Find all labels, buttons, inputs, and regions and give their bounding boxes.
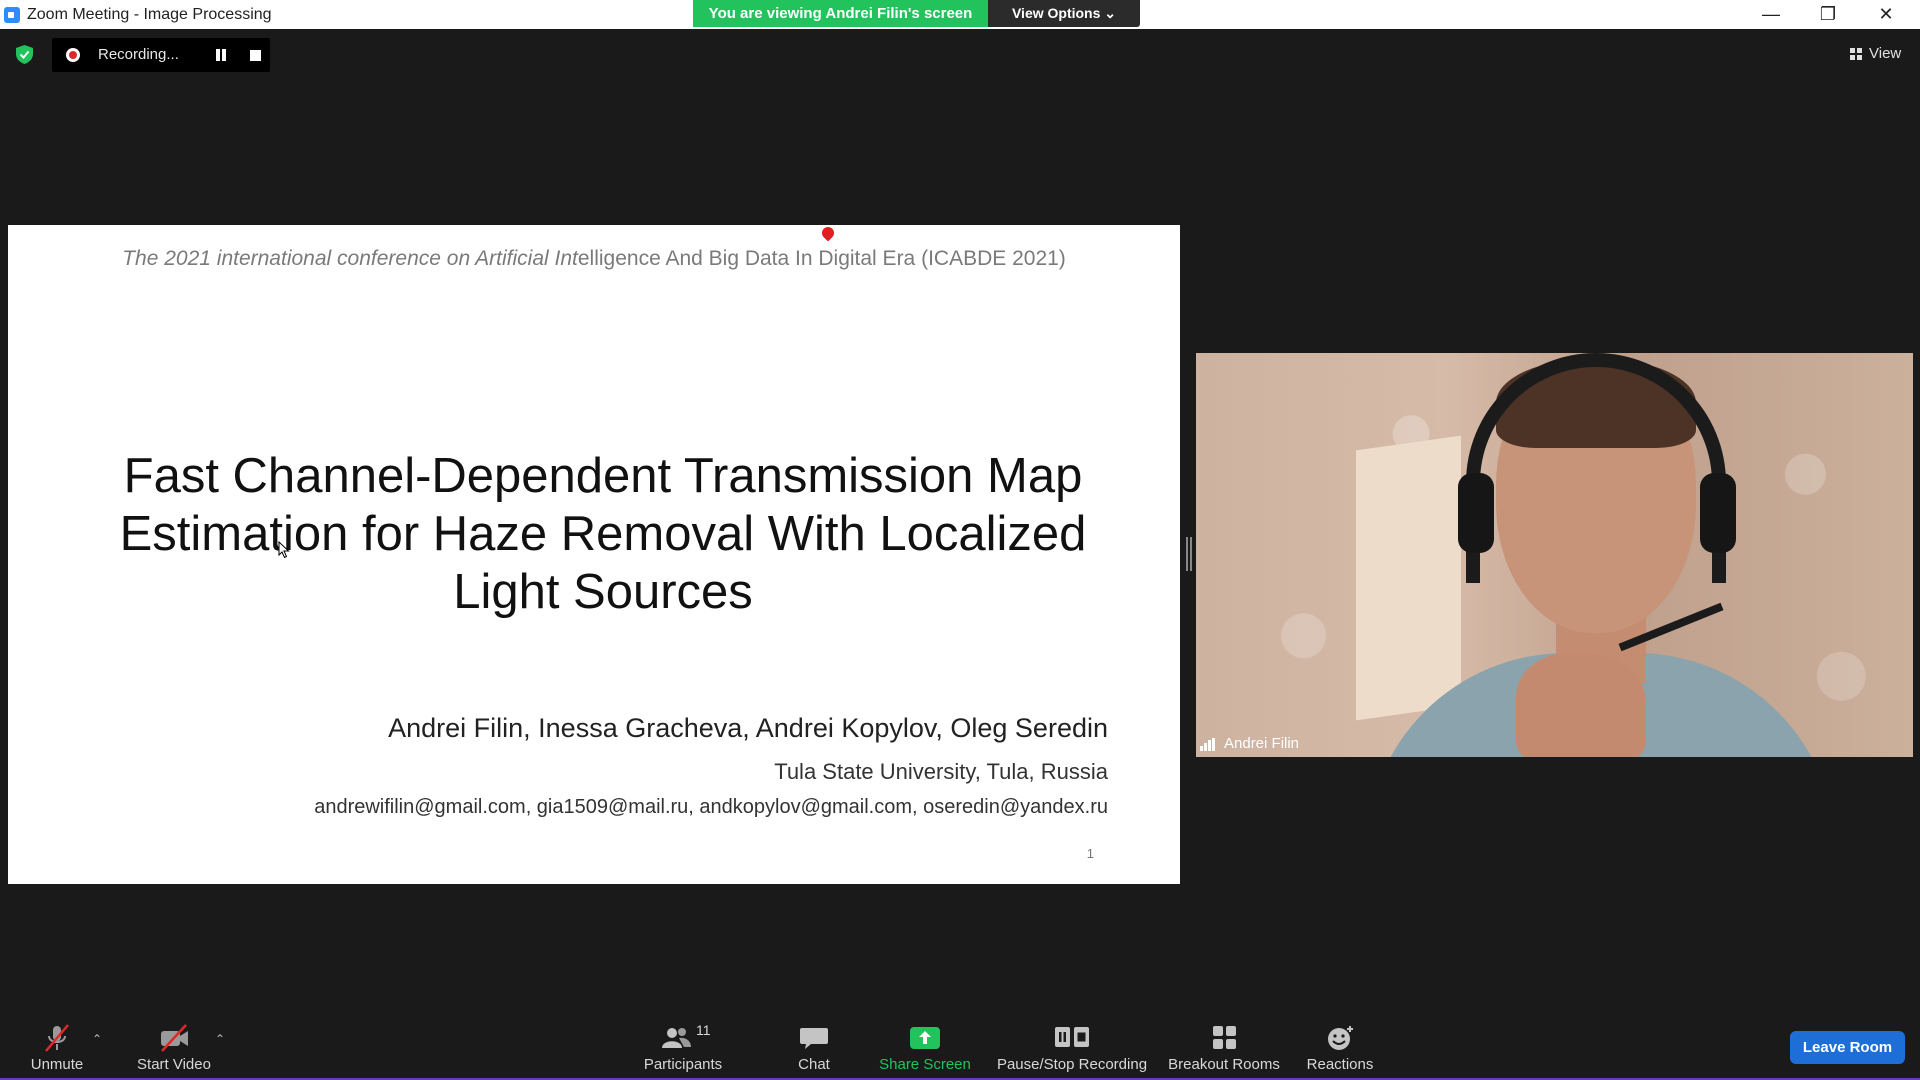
minimize-button[interactable]: — xyxy=(1743,0,1799,29)
panel-splitter-handle[interactable] xyxy=(1186,537,1192,571)
slide-title-line: Light Sources xyxy=(453,565,753,619)
headset-earcup-left xyxy=(1458,473,1494,553)
video-wall-panel xyxy=(1356,435,1461,721)
mouse-cursor-icon xyxy=(278,541,290,559)
recording-indicator: Recording... xyxy=(52,38,270,72)
view-label: View xyxy=(1869,45,1902,62)
reactions-button[interactable]: Reactions xyxy=(1302,1020,1378,1076)
shared-screen-slide: The 2021 international conference on Art… xyxy=(8,225,1180,884)
slide-title: Fast Channel-Dependent Transmission Map … xyxy=(8,447,1180,621)
participants-icon xyxy=(662,1028,691,1048)
window-title: Zoom Meeting - Image Processing xyxy=(27,6,272,23)
pause-stop-recording-label: Pause/Stop Recording xyxy=(996,1056,1148,1073)
annotation-pointer-icon xyxy=(819,225,837,242)
chat-bubble-icon xyxy=(800,1028,828,1049)
unmute-label: Unmute xyxy=(30,1056,84,1073)
audio-options-chevron-icon[interactable]: ⌃ xyxy=(92,1032,102,1046)
participants-count: 11 xyxy=(696,1022,711,1038)
participant-name: Andrei Filin xyxy=(1224,735,1300,752)
start-video-label: Start Video xyxy=(137,1056,211,1073)
unmute-button[interactable]: Unmute xyxy=(18,1020,96,1076)
slide-title-line: Estimation for Haze Removal With Localiz… xyxy=(119,507,1087,561)
view-layout-button[interactable]: View xyxy=(1840,40,1912,68)
chat-button[interactable]: Chat xyxy=(780,1020,848,1076)
breakout-rooms-label: Breakout Rooms xyxy=(1168,1056,1280,1073)
security-shield-icon[interactable] xyxy=(16,45,33,64)
breakout-rooms-icon xyxy=(1213,1026,1236,1049)
breakout-rooms-button[interactable]: Breakout Rooms xyxy=(1166,1020,1282,1076)
pause-stop-recording-icon xyxy=(1055,1027,1089,1047)
participants-label: Participants xyxy=(643,1056,723,1073)
recording-dot-icon xyxy=(66,48,80,62)
start-video-button[interactable]: Start Video xyxy=(128,1020,220,1076)
conference-header-rest: elligence And Big Data In Digital Era (I… xyxy=(577,247,1066,270)
connection-signal-icon xyxy=(1200,738,1216,751)
muted-microphone-icon xyxy=(45,1024,69,1052)
stop-recording-icon[interactable] xyxy=(250,50,261,61)
pause-recording-icon[interactable] xyxy=(214,49,228,61)
view-options-button[interactable]: View Options ⌄ xyxy=(988,0,1140,27)
slide-authors: Andrei Filin, Inessa Gracheva, Andrei Ko… xyxy=(388,713,1108,743)
chat-label: Chat xyxy=(798,1056,830,1073)
participants-button[interactable]: 11 Participants xyxy=(638,1020,728,1076)
conference-header: The 2021 international conference on Art… xyxy=(8,247,1180,271)
headset-earcup-right xyxy=(1700,473,1736,553)
video-off-icon xyxy=(161,1024,188,1052)
slide-page-number: 1 xyxy=(1086,846,1094,861)
share-screen-icon xyxy=(910,1027,940,1049)
zoom-app-icon xyxy=(4,7,20,23)
slide-title-line: Fast Channel-Dependent Transmission Map xyxy=(123,449,1083,503)
share-screen-label: Share Screen xyxy=(879,1056,971,1073)
close-window-button[interactable]: ✕ xyxy=(1858,0,1914,29)
restore-button[interactable]: ❐ xyxy=(1800,0,1856,29)
title-bar: Zoom Meeting - Image Processing You are … xyxy=(0,0,1920,29)
leave-room-button[interactable]: Leave Room xyxy=(1790,1031,1905,1064)
conference-header-italic: The 2021 international conference on Art… xyxy=(122,247,578,270)
video-options-chevron-icon[interactable]: ⌃ xyxy=(215,1032,225,1046)
viewing-screen-banner: You are viewing Andrei Filin's screen xyxy=(693,0,988,27)
recording-label: Recording... xyxy=(98,46,179,63)
slide-affiliation: Tula State University, Tula, Russia xyxy=(774,759,1108,784)
grid-view-icon xyxy=(1850,48,1863,60)
reactions-smiley-icon xyxy=(1328,1026,1353,1050)
meeting-toolbar: Unmute ⌃ Start Video ⌃ 11 Participants C… xyxy=(0,1012,1920,1080)
share-screen-button[interactable]: Share Screen xyxy=(875,1020,975,1076)
slide-emails: andrewifilin@gmail.com, gia1509@mail.ru,… xyxy=(314,796,1108,818)
reactions-label: Reactions xyxy=(1306,1056,1374,1073)
pause-stop-recording-button[interactable]: Pause/Stop Recording xyxy=(996,1020,1148,1076)
participant-video-tile[interactable]: Andrei Filin xyxy=(1196,353,1913,757)
video-person-hand xyxy=(1516,653,1646,757)
